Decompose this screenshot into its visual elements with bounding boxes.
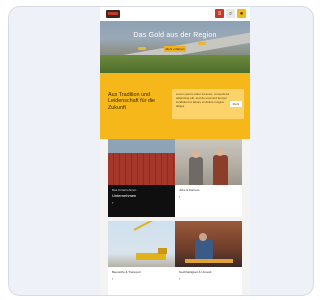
menu-icon[interactable]: ≡: [215, 9, 224, 18]
teaser-tile-label: Das Unternehmen: [112, 188, 137, 192]
hero-cta-button[interactable]: Mehr erfahren: [164, 46, 186, 52]
worker-head: [192, 150, 200, 158]
arrow-right-icon[interactable]: ›: [108, 198, 175, 205]
worker-figure: [189, 157, 203, 185]
intro-more-button[interactable]: Mehr: [230, 101, 242, 107]
arrow-right-icon[interactable]: ›: [108, 274, 175, 281]
hero-truck: [198, 42, 206, 45]
teaser-tile-label: Baustoffe & Transport: [112, 270, 141, 274]
hero-field: [100, 55, 250, 73]
arrow-right-icon[interactable]: ›: [175, 192, 242, 199]
workshop-image: [175, 221, 242, 267]
site-header: ≡ ⌕ ●: [100, 7, 250, 21]
teaser-tile-jobs[interactable]: Jobs & Karriere ›: [175, 139, 242, 217]
teaser-tile-transport[interactable]: Baustoffe & Transport ›: [108, 221, 175, 295]
teaser-tile-caption: Das Unternehmen Unternehmen ›: [108, 185, 175, 217]
crane-truck: [136, 253, 166, 260]
intro-section: Aus Tradition und Leidenschaft für die Z…: [100, 73, 250, 139]
arrow-right-icon[interactable]: ›: [175, 274, 242, 281]
crane-boom: [133, 221, 165, 231]
company-logo[interactable]: [106, 10, 120, 18]
mobile-page-preview: ≡ ⌕ ● Das Gold aus der Region Mehr erfah…: [100, 7, 250, 295]
hero-title: Das Gold aus der Region: [133, 32, 217, 39]
teaser-grid: Das Unternehmen Unternehmen › Jobs & Kar…: [100, 139, 250, 295]
hero-truck: [138, 47, 146, 50]
intro-text: Lorem ipsum dolor sit amet, consectetur …: [176, 92, 230, 108]
teaser-tile-label: Jobs & Karriere: [179, 188, 200, 192]
search-icon[interactable]: ⌕: [226, 9, 235, 18]
teaser-tile-label: Nachhaltigkeit & Umwelt: [179, 270, 212, 274]
worker-head: [199, 233, 207, 241]
language-icon[interactable]: ●: [237, 9, 246, 18]
teaser-tile-company[interactable]: Das Unternehmen Unternehmen ›: [108, 139, 175, 217]
hero-banner: Das Gold aus der Region Mehr erfahren: [100, 21, 250, 73]
crane-cab: [158, 248, 167, 254]
header-icons: ≡ ⌕ ●: [215, 9, 246, 18]
intro-title: Aus Tradition und Leidenschaft für die Z…: [108, 92, 156, 111]
intro-box: Lorem ipsum dolor sit amet, consectetur …: [172, 89, 244, 119]
workbench: [185, 259, 233, 263]
preview-card: ≡ ⌕ ● Das Gold aus der Region Mehr erfah…: [8, 6, 314, 296]
workers-image: [175, 139, 242, 185]
crane-image: [108, 221, 175, 267]
worker-figure: [213, 155, 228, 185]
teaser-tile-sustainability[interactable]: Nachhaltigkeit & Umwelt ›: [175, 221, 242, 295]
worker-head: [216, 148, 224, 156]
building-sky: [108, 139, 175, 153]
